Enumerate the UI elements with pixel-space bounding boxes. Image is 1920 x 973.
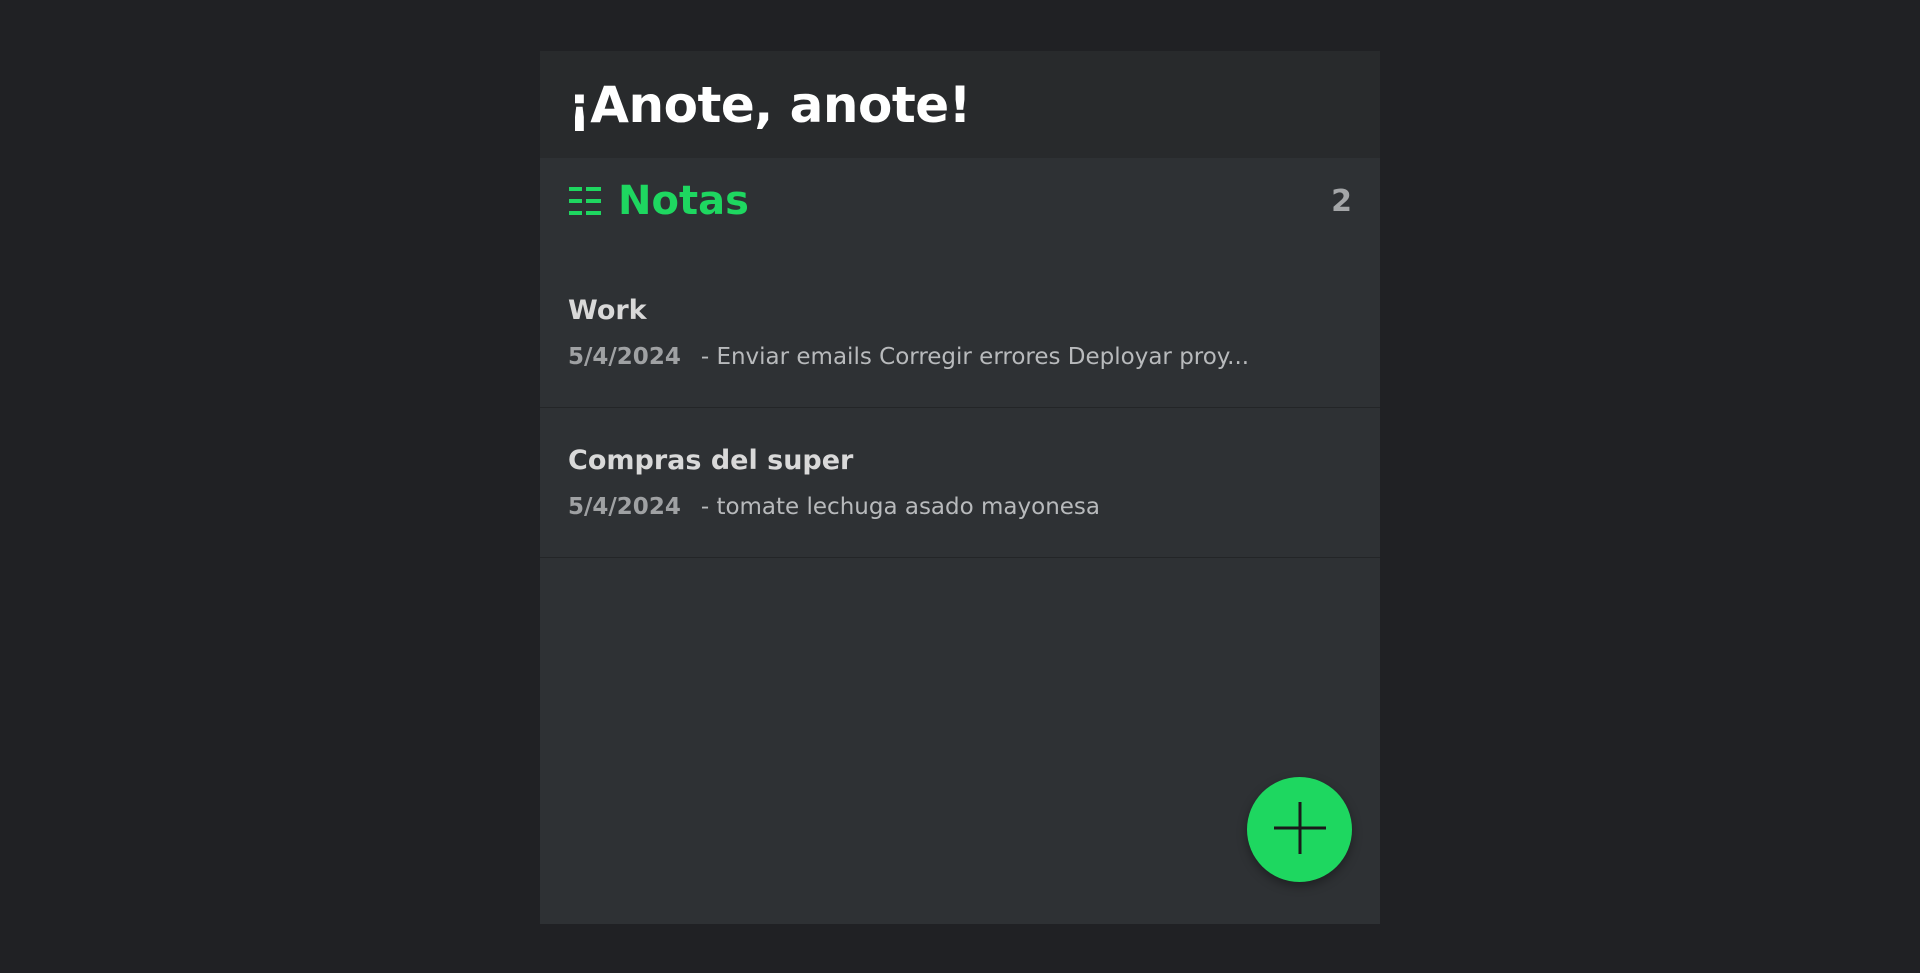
plus-icon xyxy=(1272,800,1328,859)
notes-count: 2 xyxy=(1331,183,1352,219)
app-header: ¡Anote, anote! xyxy=(540,51,1380,158)
note-meta: 5/4/2024 - Enviar emails Corregir errore… xyxy=(568,344,1352,370)
note-date: 5/4/2024 xyxy=(568,344,681,370)
notes-list: Work 5/4/2024 - Enviar emails Corregir e… xyxy=(540,258,1380,558)
notes-section-header: Notas 2 xyxy=(540,158,1380,244)
note-item[interactable]: Compras del super 5/4/2024 - tomate lech… xyxy=(540,408,1380,558)
notes-app: ¡Anote, anote! Notas 2 Work 5/4/2024 - E… xyxy=(540,51,1380,924)
note-meta: 5/4/2024 - tomate lechuga asado mayonesa xyxy=(568,494,1352,520)
section-title: Notas xyxy=(618,178,749,224)
note-date: 5/4/2024 xyxy=(568,494,681,520)
note-preview: - Enviar emails Corregir errores Deploya… xyxy=(700,344,1250,370)
note-preview: - tomate lechuga asado mayonesa xyxy=(700,494,1100,520)
add-note-button[interactable] xyxy=(1247,777,1352,882)
section-title-wrap: Notas xyxy=(568,178,749,224)
list-icon xyxy=(568,185,602,217)
note-title: Compras del super xyxy=(568,445,854,476)
app-title: ¡Anote, anote! xyxy=(568,75,971,134)
note-item[interactable]: Work 5/4/2024 - Enviar emails Corregir e… xyxy=(540,258,1380,408)
note-title: Work xyxy=(568,295,647,326)
